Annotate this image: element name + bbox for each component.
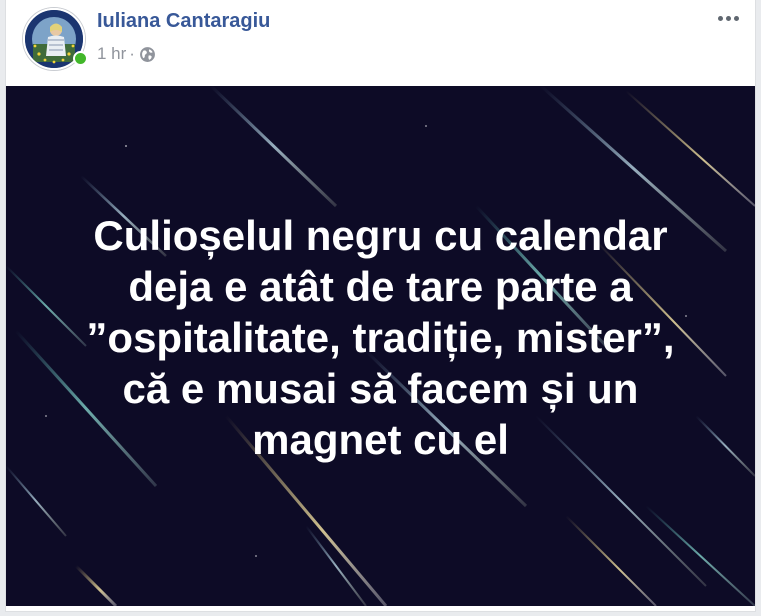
meta-separator: · xyxy=(129,44,135,63)
author-name-link[interactable]: Iuliana Cantaragiu xyxy=(97,10,270,33)
post-header: Iuliana Cantaragiu 1 hr · xyxy=(6,0,755,86)
post-message-text: Culioșelul negru cu calendar deja e atât… xyxy=(86,212,675,463)
feed-post: Iuliana Cantaragiu 1 hr · Culioșelul neg… xyxy=(5,0,756,612)
more-dot xyxy=(733,15,739,21)
more-dot xyxy=(717,15,723,21)
post-meta: 1 hr · xyxy=(97,43,156,65)
post-background-card[interactable]: Culioșelul negru cu calendar deja e atât… xyxy=(6,86,755,606)
post-timestamp[interactable]: 1 hr xyxy=(97,44,126,64)
online-status-dot xyxy=(73,51,88,66)
more-dot xyxy=(725,15,731,21)
more-options-icon[interactable] xyxy=(711,6,745,30)
globe-icon[interactable] xyxy=(139,46,156,63)
